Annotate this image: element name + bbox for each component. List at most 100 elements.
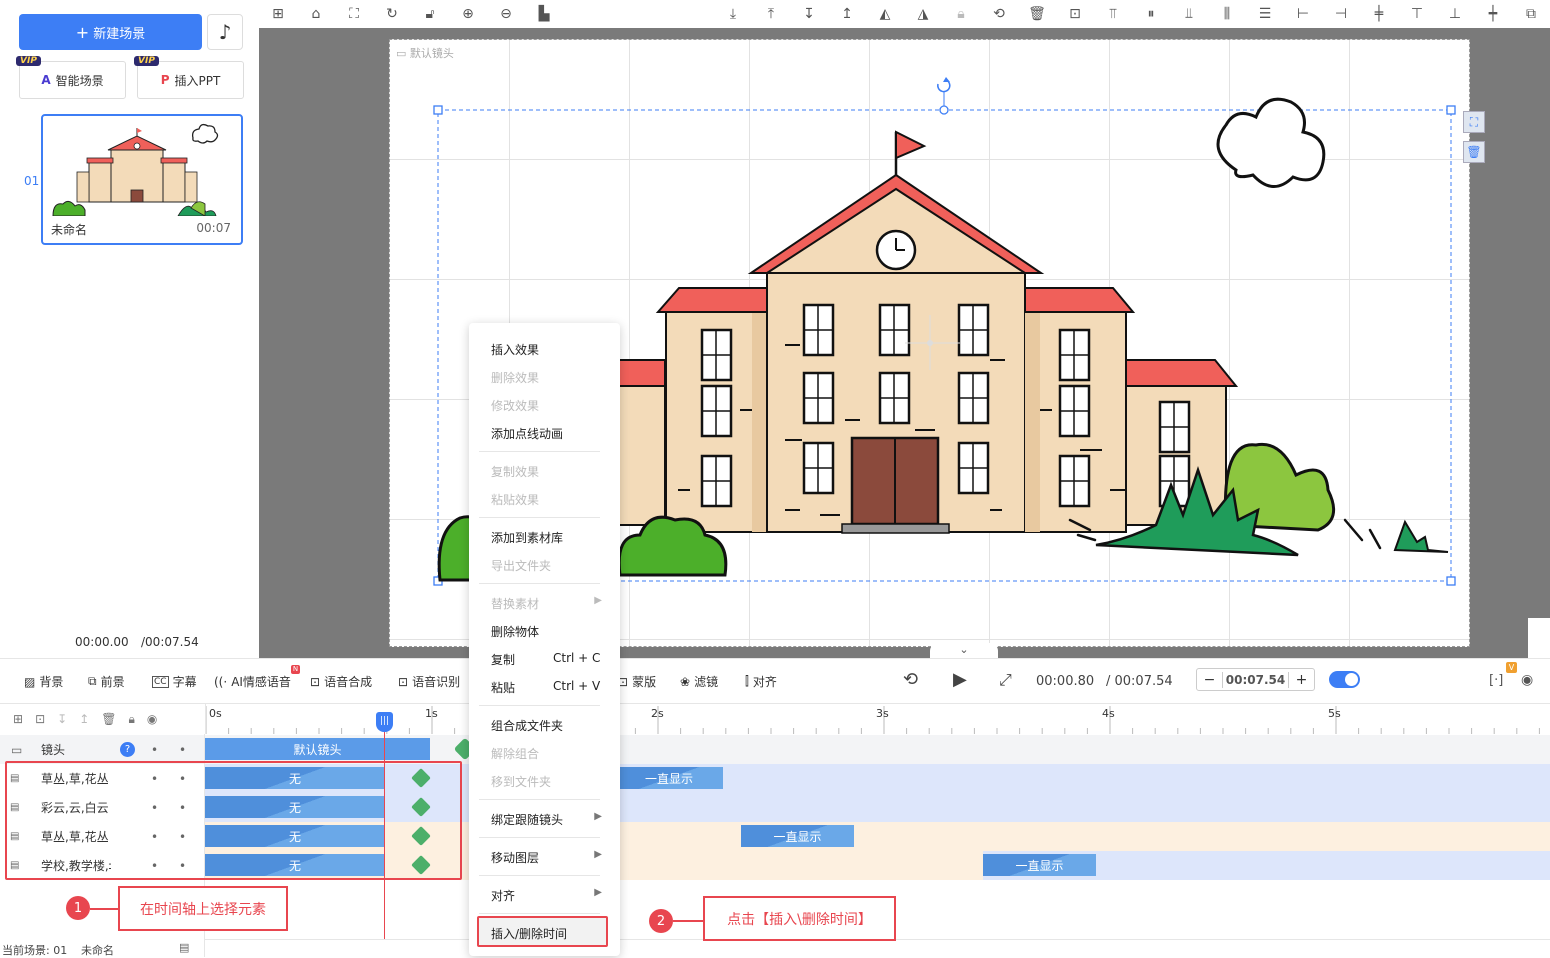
replay-icon[interactable]: ⟲ bbox=[903, 669, 918, 690]
copy-icon[interactable]: ⧉ bbox=[1512, 0, 1550, 28]
background-button[interactable]: ▨ 背景 bbox=[24, 673, 63, 690]
asr-button[interactable]: ⊡ 语音识别 bbox=[398, 673, 460, 690]
menu-item-add-to-library[interactable]: 添加到素材库 bbox=[491, 529, 563, 546]
music-button[interactable]: ♪ bbox=[207, 14, 243, 50]
distribute-v-icon[interactable]: ☰ bbox=[1246, 0, 1284, 28]
fit-timeline-icon[interactable]: [·] bbox=[1489, 673, 1503, 688]
eye-icon[interactable]: ◉ bbox=[147, 712, 157, 726]
always-show-clip[interactable]: 一直显示 bbox=[983, 854, 1096, 876]
trash-icon[interactable]: 🗑︎ bbox=[101, 712, 116, 726]
menu-item-delete-effect[interactable]: 删除效果 bbox=[491, 369, 539, 386]
align-bottom-icon[interactable]: ⫫ bbox=[1170, 0, 1208, 28]
menu-item-insert-effect[interactable]: 插入效果 bbox=[491, 341, 539, 358]
subtitle-button[interactable]: CC 字幕 bbox=[152, 673, 197, 690]
capture-icon[interactable]: ⊡ bbox=[1056, 0, 1094, 28]
lock-dot[interactable]: • bbox=[151, 743, 158, 757]
menu-separator bbox=[479, 799, 600, 800]
insert-ppt-button[interactable]: VIP P 插入PPT bbox=[134, 56, 244, 99]
new-scene-button[interactable]: + 新建场景 bbox=[19, 14, 202, 50]
reset-icon[interactable]: ⟲ bbox=[980, 0, 1018, 28]
flip-v-icon[interactable]: ◮ bbox=[904, 0, 942, 28]
lock-icon[interactable]: 🔒︎ bbox=[942, 0, 980, 28]
menu-item-copy-effect[interactable]: 复制效果 bbox=[491, 463, 539, 480]
ai-voice-label: AI情感语音 bbox=[231, 675, 291, 689]
menu-item-replace-asset[interactable]: 替换素材 bbox=[491, 595, 539, 612]
foreground-button[interactable]: ⧉ 前景 bbox=[88, 673, 125, 690]
move-up-icon[interactable]: ↥ bbox=[828, 0, 866, 28]
menu-item-add-path-animation[interactable]: 添加点线动画 bbox=[491, 425, 563, 442]
align-vcenter-icon[interactable]: ⏸︎ bbox=[1132, 0, 1170, 28]
zoom-out-icon[interactable]: ⊖ bbox=[487, 0, 525, 28]
align-bottom2-icon[interactable]: ⊥ bbox=[1436, 0, 1474, 28]
menu-item-group-folder[interactable]: 组合成文件夹 bbox=[491, 717, 563, 734]
scene-thumbnail-card[interactable]: 未命名 00:07 bbox=[41, 114, 243, 245]
zoom-in-icon[interactable]: ⊕ bbox=[449, 0, 487, 28]
ai-voice-button[interactable]: ((· AI情感语音 N bbox=[214, 665, 300, 690]
align-hcenter-icon[interactable]: ╪ bbox=[1360, 0, 1398, 28]
fit-screen-icon[interactable]: ⛶ bbox=[335, 0, 373, 28]
ruler-icon[interactable]: ⊞ bbox=[259, 0, 297, 28]
time-ruler[interactable]: 0s 1s 2s 3s 4s 5s bbox=[205, 704, 1550, 734]
add-file-icon[interactable]: ⊡ bbox=[35, 712, 45, 726]
menu-item-export-folder[interactable]: 导出文件夹 bbox=[491, 557, 551, 574]
move-down-icon[interactable]: ↧ bbox=[57, 712, 67, 726]
current-scene-name: 未命名 bbox=[81, 944, 114, 957]
lock-icon[interactable]: 🔒︎ bbox=[128, 712, 134, 727]
align-button[interactable]: ⫿ 对齐 bbox=[745, 673, 777, 690]
menu-item-ungroup[interactable]: 解除组合 bbox=[491, 745, 539, 762]
align-left-icon[interactable]: ⊢ bbox=[1284, 0, 1322, 28]
layers-icon[interactable]: ▙ bbox=[525, 0, 563, 28]
zoom-plus-button[interactable]: + bbox=[1288, 671, 1314, 688]
rotate-icon[interactable]: ↻ bbox=[373, 0, 411, 28]
trash-icon[interactable]: 🗑︎ bbox=[1018, 0, 1056, 28]
zoom-minus-button[interactable]: − bbox=[1197, 671, 1223, 688]
always-show-clip[interactable]: 一直显示 bbox=[741, 825, 854, 847]
menu-item-delete-object[interactable]: 删除物体 bbox=[491, 623, 539, 640]
camera-track[interactable]: ▭ 镜头 ? • • 默认镜头 bbox=[0, 735, 1550, 764]
play-icon[interactable]: ▶ bbox=[953, 669, 967, 690]
visibility-dot[interactable]: • bbox=[179, 743, 186, 757]
unlock-icon[interactable]: 🔓︎ bbox=[411, 0, 449, 28]
camera-snapshot-icon[interactable]: ◉ bbox=[1521, 672, 1533, 688]
delete-icon[interactable]: 🗑︎ bbox=[1463, 141, 1485, 163]
snap-toggle[interactable] bbox=[1329, 671, 1360, 688]
menu-item-insert-delete-time[interactable]: 插入/删除时间 bbox=[491, 925, 567, 942]
playback-time-total: / 00:07.54 bbox=[1106, 674, 1173, 689]
align-top-icon[interactable]: ⫪ bbox=[1094, 0, 1132, 28]
filter-button[interactable]: ❀ 滤镜 bbox=[680, 673, 718, 690]
collapse-chevron-icon[interactable]: ⌄ bbox=[930, 643, 998, 659]
align-middle-icon[interactable]: ┿ bbox=[1474, 0, 1512, 28]
timeline-zoom-stepper[interactable]: − 00:07.54 + bbox=[1196, 668, 1315, 691]
fullscreen-icon[interactable]: ⤢ bbox=[999, 670, 1012, 690]
menu-item-copy[interactable]: 复制 bbox=[491, 651, 515, 668]
smart-scene-button[interactable]: VIP A 智能场景 bbox=[16, 56, 126, 99]
scene-info-icon[interactable]: ▤ bbox=[179, 941, 189, 954]
playhead-handle[interactable]: ||| bbox=[376, 712, 393, 732]
menu-item-paste[interactable]: 粘贴 bbox=[491, 679, 515, 696]
menu-item-modify-effect[interactable]: 修改效果 bbox=[491, 397, 539, 414]
help-icon[interactable]: ? bbox=[120, 742, 135, 757]
control-bar: ▨ 背景 ⧉ 前景 CC 字幕 ((· AI情感语音 N ⊡ 语音合成 ⊡ 语音识别 ⊡ 蒙版 … bbox=[0, 658, 1550, 704]
move-up-icon[interactable]: ↥ bbox=[79, 712, 89, 726]
menu-item-move-to-folder[interactable]: 移到文件夹 bbox=[491, 773, 551, 790]
menu-separator bbox=[479, 837, 600, 838]
add-folder-icon[interactable]: ⊞ bbox=[13, 712, 23, 726]
flip-h-icon[interactable]: ◭ bbox=[866, 0, 904, 28]
move-down-icon[interactable]: ↧ bbox=[790, 0, 828, 28]
align-top2-icon[interactable]: ⊤ bbox=[1398, 0, 1436, 28]
menu-item-bind-camera[interactable]: 绑定跟随镜头 bbox=[491, 811, 563, 828]
camera-clip[interactable]: 默认镜头 bbox=[205, 738, 430, 760]
foreground-label: 前景 bbox=[100, 675, 125, 689]
move-bottom-icon[interactable]: ⤓ bbox=[714, 0, 752, 28]
menu-item-paste-effect[interactable]: 粘贴效果 bbox=[491, 491, 539, 508]
always-show-clip[interactable]: 一直显示 bbox=[615, 767, 723, 789]
distribute-h-icon[interactable]: ⫼ bbox=[1208, 0, 1246, 28]
move-top-icon[interactable]: ⤒ bbox=[752, 0, 790, 28]
replace-icon[interactable]: ⛶ bbox=[1463, 111, 1485, 133]
align-right-icon[interactable]: ⊣ bbox=[1322, 0, 1360, 28]
home-icon[interactable]: ⌂ bbox=[297, 0, 335, 28]
menu-item-move-layer[interactable]: 移动图层 bbox=[491, 849, 539, 866]
mask-button[interactable]: ⊡ 蒙版 bbox=[618, 673, 656, 690]
menu-item-align[interactable]: 对齐 bbox=[491, 887, 515, 904]
tts-button[interactable]: ⊡ 语音合成 bbox=[310, 673, 372, 690]
